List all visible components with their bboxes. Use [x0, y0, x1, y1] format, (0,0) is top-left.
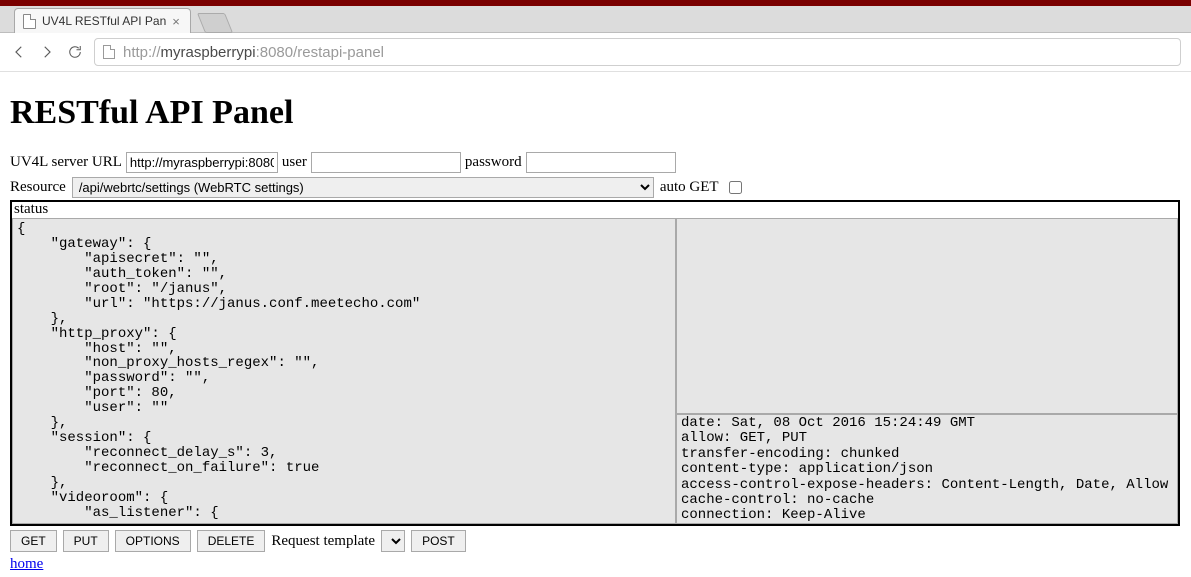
browser-toolbar: http://myraspberrypi:8080/restapi-panel — [0, 33, 1191, 72]
status-label: status — [12, 202, 1178, 218]
user-label: user — [282, 154, 307, 171]
response-headers-pane[interactable]: date: Sat, 08 Oct 2016 15:24:49 GMT allo… — [676, 414, 1178, 524]
url-text: http://myraspberrypi:8080/restapi-panel — [123, 44, 384, 61]
resource-select[interactable]: /api/webrtc/settings (WebRTC settings) — [72, 177, 654, 198]
address-bar[interactable]: http://myraspberrypi:8080/restapi-panel — [94, 38, 1181, 66]
browser-tabstrip: UV4L RESTful API Pan × — [0, 6, 1191, 33]
template-label: Request template — [271, 533, 375, 550]
home-link[interactable]: home — [10, 556, 43, 573]
page-content: RESTful API Panel UV4L server URL user p… — [0, 72, 1191, 573]
reload-button[interactable] — [66, 43, 84, 61]
put-button[interactable]: PUT — [63, 530, 109, 552]
autoget-label: auto GET — [660, 179, 719, 196]
password-label: password — [465, 154, 522, 171]
get-button[interactable]: GET — [10, 530, 57, 552]
user-input[interactable] — [311, 152, 461, 173]
response-panels: status { "gateway": { "apisecret": "", "… — [10, 200, 1180, 526]
delete-button[interactable]: DELETE — [197, 530, 266, 552]
back-button[interactable] — [10, 43, 28, 61]
site-icon — [103, 45, 115, 59]
autoget-checkbox[interactable] — [729, 181, 742, 194]
server-url-input[interactable] — [126, 152, 278, 173]
close-icon[interactable]: × — [172, 15, 180, 28]
new-tab-button[interactable] — [197, 13, 233, 33]
resource-label: Resource — [10, 179, 66, 196]
password-input[interactable] — [526, 152, 676, 173]
tab-title: UV4L RESTful API Pan — [42, 14, 166, 28]
options-button[interactable]: OPTIONS — [115, 530, 191, 552]
page-icon — [23, 14, 36, 29]
post-button[interactable]: POST — [411, 530, 466, 552]
server-url-label: UV4L server URL — [10, 154, 122, 171]
page-title: RESTful API Panel — [10, 94, 1181, 132]
forward-button[interactable] — [38, 43, 56, 61]
server-url-row: UV4L server URL user password — [10, 152, 1181, 173]
template-select[interactable] — [381, 530, 405, 552]
method-buttons-row: GET PUT OPTIONS DELETE Request template … — [10, 530, 1181, 552]
request-body-pane[interactable] — [676, 218, 1178, 414]
response-body-pane[interactable]: { "gateway": { "apisecret": "", "auth_to… — [12, 218, 676, 524]
resource-row: Resource /api/webrtc/settings (WebRTC se… — [10, 177, 1181, 198]
browser-tab-active[interactable]: UV4L RESTful API Pan × — [14, 8, 191, 33]
